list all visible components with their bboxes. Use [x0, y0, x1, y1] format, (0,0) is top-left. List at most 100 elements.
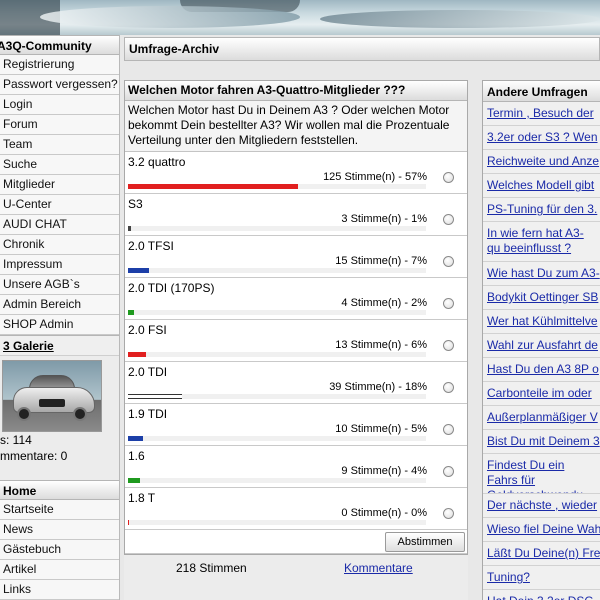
- sidebar-item-home[interactable]: News: [0, 520, 119, 540]
- other-poll-link[interactable]: Hat Dein 3.2er DSG: [483, 590, 600, 600]
- other-poll-link[interactable]: Wie hast Du zum A3-: [483, 262, 600, 286]
- poll-options: 3.2 quattro 125 Stimme(n) - 57% S3 3 Stimme…: [125, 152, 467, 530]
- left-sidebar: A3Q-Community Registrierung Passwort verg…: [0, 35, 120, 600]
- sidebar-item-community[interactable]: Team: [0, 135, 119, 155]
- poll-option-label: 1.9 TDI: [128, 407, 168, 421]
- sidebar-item-community[interactable]: Mitglieder: [0, 175, 119, 195]
- poll-option: 1.6 9 Stimme(n) - 4%: [125, 446, 467, 488]
- vote-row: Abstimmen: [125, 530, 467, 554]
- vote-button[interactable]: Abstimmen: [385, 532, 465, 552]
- page-root: A3Q-Community Registrierung Passwort verg…: [0, 0, 600, 600]
- galerie-bilder-count: s: 114: [0, 433, 32, 447]
- sidebar-item-community[interactable]: SHOP Admin: [0, 315, 119, 335]
- sidebar-item-community[interactable]: Login: [0, 95, 119, 115]
- other-poll-link[interactable]: Carbonteile im oder: [483, 382, 600, 406]
- poll-option-votes: 9 Stimme(n) - 4%: [341, 465, 427, 477]
- other-poll-link[interactable]: Hast Du den A3 8P o: [483, 358, 600, 382]
- sidebar-item-community[interactable]: Unsere AGB`s: [0, 275, 119, 295]
- poll-footer: 218 Stimmen Kommentare: [124, 555, 468, 581]
- poll-option-bar-track: [128, 352, 426, 357]
- poll-option-radio[interactable]: [443, 256, 454, 267]
- poll-option-bar-track: [128, 268, 426, 273]
- poll-option-radio[interactable]: [443, 340, 454, 351]
- sidebar-item-home[interactable]: Gästebuch: [0, 540, 119, 560]
- poll-option-label: 2.0 TDI (170PS): [128, 281, 215, 295]
- sidebar-item-community[interactable]: Passwort vergessen?: [0, 75, 119, 95]
- poll-option: 1.9 TDI 10 Stimme(n) - 5%: [125, 404, 467, 446]
- galerie-box: 3 Galerie s: 114 mmentare: 0: [0, 335, 119, 480]
- other-poll-link[interactable]: Bist Du mit Deinem 3: [483, 430, 600, 454]
- other-poll-link[interactable]: 3.2er oder S3 ? Wen: [483, 126, 600, 150]
- poll-option-label: 3.2 quattro: [128, 155, 186, 169]
- poll-option-radio[interactable]: [443, 172, 454, 183]
- poll-option-radio[interactable]: [443, 298, 454, 309]
- other-poll-link[interactable]: Der nächste , wieder: [483, 494, 600, 518]
- poll-option-bar: [128, 352, 146, 357]
- home-nav: Startseite News Gästebuch Artikel Links: [0, 500, 119, 600]
- poll-option-votes: 10 Stimme(n) - 5%: [335, 423, 427, 435]
- poll-panel: Welchen Motor fahren A3-Quattro-Mitglied…: [124, 80, 468, 600]
- other-poll-link[interactable]: In wie fern hat A3-qu beeinflusst ?: [483, 222, 600, 262]
- poll-option-bar-track: [128, 394, 426, 399]
- other-polls-title: Andere Umfragen: [483, 80, 600, 102]
- other-poll-link[interactable]: Termin , Besuch der: [483, 102, 600, 126]
- galerie-car-image[interactable]: [2, 360, 102, 432]
- poll-question: Welchen Motor fahren A3-Quattro-Mitglied…: [125, 81, 467, 101]
- other-poll-link[interactable]: Wahl zur Ausfahrt de: [483, 334, 600, 358]
- poll-option-bar-track: [128, 478, 426, 483]
- car-wheel: [17, 407, 31, 421]
- poll-option-radio[interactable]: [443, 424, 454, 435]
- sidebar-item-community[interactable]: Registrierung: [0, 55, 119, 75]
- other-poll-link[interactable]: Findest Du ein Fahrs für Geldverschwendu: [483, 454, 600, 494]
- sidebar-item-community[interactable]: Impressum: [0, 255, 119, 275]
- other-polls-list: Termin , Besuch der 3.2er oder S3 ? Wen Re…: [483, 102, 600, 600]
- sidebar-item-community[interactable]: Admin Bereich: [0, 295, 119, 315]
- other-poll-link[interactable]: Tuning?: [483, 566, 600, 590]
- poll-option-bar: [128, 478, 140, 483]
- poll-option-votes: 125 Stimme(n) - 57%: [323, 171, 427, 183]
- sidebar-item-home[interactable]: Artikel: [0, 560, 119, 580]
- sidebar-item-community[interactable]: Chronik: [0, 235, 119, 255]
- poll-option-bar-track: [128, 520, 426, 525]
- total-votes: 218 Stimmen: [176, 561, 247, 575]
- header-banner: [0, 0, 600, 35]
- poll-option-bar: [128, 268, 149, 273]
- poll-option-label: 2.0 TDI: [128, 365, 168, 379]
- other-poll-link[interactable]: Läßt Du Deine(n) Fre: [483, 542, 600, 566]
- poll-option-radio[interactable]: [443, 214, 454, 225]
- other-poll-link[interactable]: Bodykit Oettinger SB: [483, 286, 600, 310]
- sidebar-item-home[interactable]: Startseite: [0, 500, 119, 520]
- poll-option-radio[interactable]: [443, 382, 454, 393]
- banner-wave: [320, 10, 600, 28]
- car-wheel: [73, 407, 87, 421]
- poll-option-votes: 15 Stimme(n) - 7%: [335, 255, 427, 267]
- sidebar-item-community[interactable]: Suche: [0, 155, 119, 175]
- sidebar-item-community[interactable]: Forum: [0, 115, 119, 135]
- poll-option-label: 2.0 FSI: [128, 323, 167, 337]
- poll-option-bar: [128, 184, 298, 189]
- community-header: A3Q-Community: [0, 35, 119, 55]
- banner-light-wave: [40, 6, 300, 28]
- other-poll-link[interactable]: Wieso fiel Deine Wah: [483, 518, 600, 542]
- community-nav: Registrierung Passwort vergessen? Login For…: [0, 55, 119, 335]
- sidebar-item-community[interactable]: AUDI CHAT: [0, 215, 119, 235]
- other-poll-link[interactable]: PS-Tuning für den 3.: [483, 198, 600, 222]
- sidebar-item-community[interactable]: U-Center: [0, 195, 119, 215]
- other-poll-link[interactable]: Wer hat Kühlmittelve: [483, 310, 600, 334]
- poll-option: 1.8 T 0 Stimme(n) - 0%: [125, 488, 467, 530]
- poll-option-radio[interactable]: [443, 508, 454, 519]
- other-poll-link[interactable]: Welches Modell gibt: [483, 174, 600, 198]
- galerie-title[interactable]: 3 Galerie: [0, 336, 119, 356]
- poll-option-bar-track: [128, 310, 426, 315]
- poll-option-bar: [128, 394, 182, 399]
- poll-option-label: 2.0 TFSI: [128, 239, 174, 253]
- car-grille: [39, 399, 65, 407]
- poll-option-bar: [128, 520, 129, 525]
- page-title: Umfrage-Archiv: [124, 37, 600, 61]
- other-poll-link[interactable]: Reichweite und Anze: [483, 150, 600, 174]
- poll-option-radio[interactable]: [443, 466, 454, 477]
- poll-option: 3.2 quattro 125 Stimme(n) - 57%: [125, 152, 467, 194]
- comments-link[interactable]: Kommentare: [344, 561, 413, 575]
- other-poll-link[interactable]: Außerplanmäßiger V: [483, 406, 600, 430]
- sidebar-item-home[interactable]: Links: [0, 580, 119, 600]
